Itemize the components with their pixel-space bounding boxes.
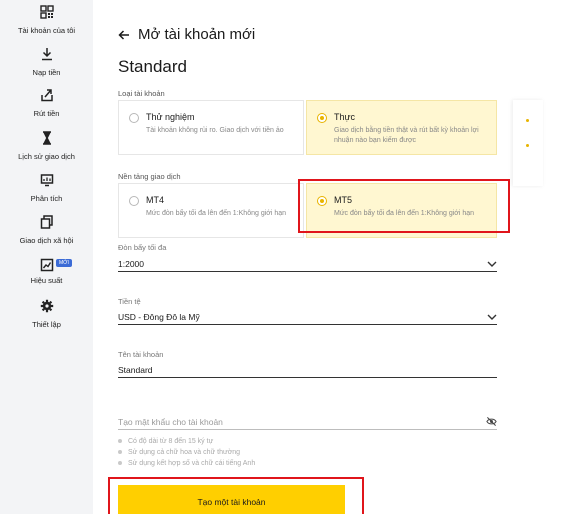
sidebar-item-deposit[interactable]: Nạp tiền: [0, 47, 93, 77]
currency-label: Tiền tệ: [118, 297, 141, 306]
back-link[interactable]: Mở tài khoản mới: [118, 26, 255, 43]
radio-button[interactable]: [317, 113, 327, 123]
sidebar-item-social-trading[interactable]: Giao dịch xã hội: [0, 215, 93, 245]
option-description: Giao dịch bằng tiền thật và rút bất kỳ k…: [334, 127, 479, 144]
bullet-icon: [526, 119, 529, 122]
option-title: Thực: [334, 112, 356, 122]
option-title: MT4: [146, 195, 164, 205]
radio-button[interactable]: [129, 196, 139, 206]
sidebar-item-history[interactable]: Lịch sử giao dịch: [0, 131, 93, 161]
create-account-button[interactable]: Tạo một tài khoản: [118, 485, 345, 514]
download-icon: [41, 48, 52, 61]
platform-mt4-option[interactable]: MT4 Mức đòn bẩy tối đa lên đến 1:Không g…: [118, 183, 304, 238]
account-name-label: Tên tài khoản: [118, 350, 164, 359]
bullet-icon: [118, 450, 122, 455]
account-name-value: Standard: [118, 365, 153, 375]
radio-button[interactable]: [317, 196, 327, 206]
hint-text: Sử dụng cả chữ hoa và chữ thường: [128, 449, 241, 456]
sidebar-item-analytics[interactable]: Phân tích: [0, 173, 93, 203]
account-kind-real-option[interactable]: Thực Giao dịch bằng tiền thật và rút bất…: [306, 100, 497, 155]
chevron-down-icon: [487, 261, 497, 267]
password-hint: Sử dụng kết hợp số và chữ cái tiếng Anh: [118, 460, 255, 467]
side-panel-edge: [513, 100, 543, 186]
grid-qr-icon: [39, 5, 54, 19]
option-description: Tài khoản không rủi ro. Giao dịch với ti…: [146, 127, 284, 134]
option-description: Mức đòn bẩy tối đa lên đến 1:Không giới …: [334, 210, 475, 217]
bullet-icon: [118, 461, 122, 466]
eye-off-icon[interactable]: [486, 416, 497, 427]
currency-value: USD - Đông Đô la Mỹ: [118, 312, 200, 322]
sidebar-item-label: Tài khoản của tôi: [17, 26, 76, 35]
option-title: Thử nghiệm: [146, 112, 195, 122]
password-input[interactable]: Tạo mật khẩu cho tài khoản: [118, 416, 497, 430]
bullet-icon: [526, 144, 529, 147]
sidebar-item-settings[interactable]: Thiết lập: [0, 299, 93, 329]
hint-text: Có độ dài từ 8 đến 15 ký tự: [128, 438, 214, 445]
analytics-icon: [40, 174, 53, 187]
leverage-select[interactable]: 1:2000: [118, 258, 497, 272]
performance-icon: [40, 258, 53, 272]
sidebar-item-label: Rút tiền: [33, 109, 60, 118]
password-placeholder: Tạo mật khẩu cho tài khoản: [118, 417, 223, 427]
sidebar-item-label: Thiết lập: [32, 320, 61, 329]
sidebar-item-my-accounts[interactable]: Tài khoản của tôi: [0, 5, 93, 35]
password-hint: Có độ dài từ 8 đến 15 ký tự: [118, 438, 213, 445]
platform-label: Nền tảng giao dịch: [118, 172, 181, 181]
new-badge: MỚI: [56, 259, 72, 267]
sidebar-item-performance[interactable]: MỚI Hiệu suất: [0, 258, 93, 285]
copy-trading-icon: [40, 215, 53, 229]
radio-button[interactable]: [129, 113, 139, 123]
page-title: Mở tài khoản mới: [138, 26, 256, 43]
password-hint: Sử dụng cả chữ hoa và chữ thường: [118, 449, 240, 456]
hourglass-icon: [42, 131, 51, 145]
sidebar-item-label: Giao dịch xã hội: [19, 236, 74, 245]
currency-select[interactable]: USD - Đông Đô la Mỹ: [118, 311, 497, 325]
chevron-down-icon: [487, 314, 497, 320]
arrow-left-icon: [118, 29, 129, 40]
sidebar-item-label: Phân tích: [30, 194, 63, 203]
withdraw-icon: [40, 89, 53, 102]
hint-text: Sử dụng kết hợp số và chữ cái tiếng Anh: [128, 460, 256, 467]
account-kind-demo-option[interactable]: Thử nghiệm Tài khoản không rủi ro. Giao …: [118, 100, 304, 155]
leverage-value: 1:2000: [118, 259, 144, 269]
bullet-icon: [118, 439, 122, 444]
gear-icon: [40, 299, 53, 313]
platform-mt5-option[interactable]: MT5 Mức đòn bẩy tối đa lên đến 1:Không g…: [306, 183, 497, 238]
option-title: MT5: [334, 195, 352, 205]
sidebar-item-withdraw[interactable]: Rút tiền: [0, 88, 93, 118]
account-name-input[interactable]: Standard: [118, 364, 497, 378]
leverage-label: Đòn bẩy tối đa: [118, 243, 167, 252]
account-kind-label: Loại tài khoản: [118, 89, 165, 98]
sidebar-item-label: Nạp tiền: [32, 68, 61, 77]
account-type-heading: Standard: [118, 57, 187, 76]
option-description: Mức đòn bẩy tối đa lên đến 1:Không giới …: [146, 210, 287, 217]
sidebar-item-label: Hiệu suất: [30, 276, 63, 285]
sidebar: Tài khoản của tôi Nạp tiền Rút tiền Lịch…: [0, 0, 93, 514]
sidebar-item-label: Lịch sử giao dịch: [18, 152, 75, 161]
